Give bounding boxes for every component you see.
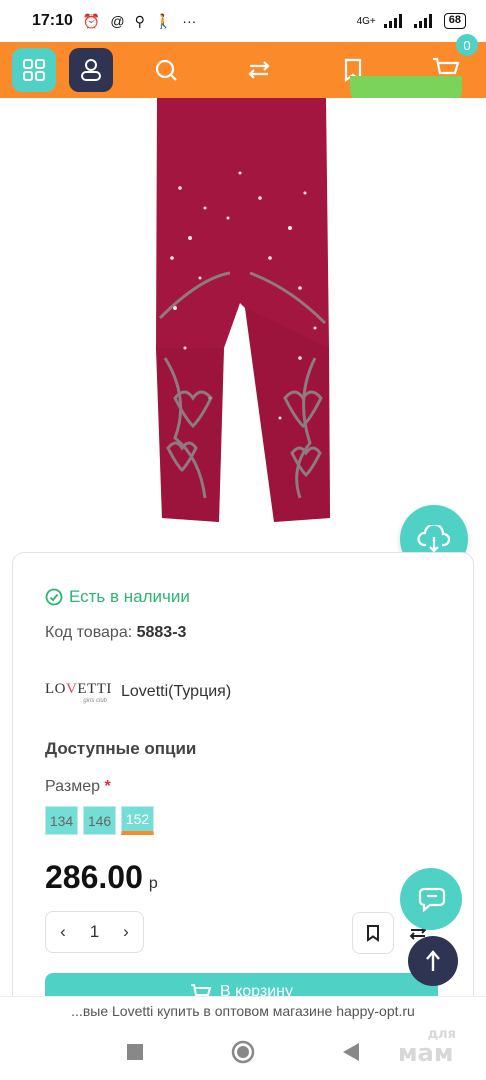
- brand-logo-text: LOVETTI: [45, 680, 112, 697]
- browser-page-title: ...вые Lovetti купить в оптовом магазине…: [71, 1002, 415, 1019]
- watermark-logo: для мам: [398, 1028, 474, 1072]
- brand-row[interactable]: LOVETTI girls club Lovetti(Турция): [45, 677, 231, 707]
- price: 286.00 р: [45, 859, 158, 896]
- status-right: 4G+ 68: [357, 13, 466, 29]
- account-button[interactable]: [69, 48, 113, 92]
- required-mark: *: [104, 778, 111, 795]
- grid-icon: [23, 59, 45, 81]
- stock-status: Есть в наличии: [45, 587, 190, 607]
- price-value: 286.00: [45, 859, 143, 895]
- options-title: Доступные опции: [45, 739, 197, 758]
- status-icons: ⏰ @ ⚲ 🚶 ···: [83, 13, 196, 30]
- at-icon: @: [110, 13, 125, 29]
- quantity-decrease-button[interactable]: ‹: [54, 922, 72, 942]
- size-option[interactable]: 134: [45, 806, 78, 835]
- browser-title-bar[interactable]: ...вые Lovetti купить в оптовом магазине…: [0, 996, 486, 1024]
- search-icon: [155, 59, 177, 81]
- back-icon[interactable]: [343, 1043, 359, 1061]
- leggings-image: [156, 98, 330, 522]
- quantity-stepper: ‹ 1 ›: [45, 911, 144, 953]
- compare-button[interactable]: [237, 48, 281, 92]
- more-icon: ···: [182, 13, 197, 29]
- cloud-download-icon: [417, 525, 451, 553]
- user-icon: [81, 59, 101, 81]
- quantity-increase-button[interactable]: ›: [117, 922, 135, 942]
- alarm-icon: ⏰: [82, 12, 101, 29]
- network-label: 4G+: [356, 15, 376, 27]
- size-label: Размер *: [45, 778, 111, 796]
- size-option[interactable]: 146: [83, 806, 116, 835]
- product-info-card: Есть в наличии Код товара: 5883-3 LOVETT…: [12, 552, 474, 1013]
- chat-icon: [418, 887, 446, 913]
- size-options: 134 146 152: [45, 806, 154, 835]
- search-button[interactable]: [144, 48, 188, 92]
- battery-icon: 68: [443, 13, 466, 29]
- status-bar: 17:10 ⏰ @ ⚲ 🚶 ··· 4G+ 68: [0, 0, 486, 42]
- signal-icon: [383, 14, 402, 28]
- watermark-line2: мам: [398, 1039, 454, 1067]
- signal-2-icon: [413, 14, 432, 28]
- sku-value: 5883-3: [136, 624, 187, 641]
- sku: Код товара: 5883-3: [45, 624, 186, 642]
- walk-icon: 🚶: [154, 12, 173, 29]
- screen: 17:10 ⏰ @ ⚲ 🚶 ··· 4G+ 68 0 Есть в наличи…: [0, 0, 486, 1080]
- home-icon[interactable]: [231, 1040, 255, 1064]
- sku-label: Код товара:: [45, 624, 133, 641]
- compare-icon: [248, 61, 270, 79]
- arrow-up-icon: [426, 950, 440, 971]
- brand-logo: LOVETTI girls club: [45, 677, 112, 707]
- add-to-wishlist-button[interactable]: [352, 912, 394, 954]
- price-currency: р: [148, 875, 158, 892]
- chat-button[interactable]: [400, 868, 462, 930]
- stock-status-text: Есть в наличии: [69, 587, 190, 606]
- quantity-value[interactable]: 1: [86, 922, 104, 942]
- brand-name[interactable]: Lovetti(Турция): [121, 683, 231, 701]
- activity-icon: ⚲: [134, 12, 145, 29]
- check-circle-icon: [45, 588, 63, 606]
- cart-count-badge: 0: [455, 34, 478, 56]
- catalog-menu-button[interactable]: [12, 48, 56, 92]
- status-time: 17:10: [32, 12, 73, 29]
- product-image[interactable]: [0, 98, 486, 538]
- recent-apps-icon[interactable]: [127, 1044, 143, 1060]
- size-option-selected[interactable]: 152: [121, 806, 154, 835]
- scroll-to-top-button[interactable]: [408, 936, 458, 986]
- size-label-text: Размер: [45, 778, 100, 795]
- bookmark-icon: [367, 925, 379, 942]
- brand-logo-sub: girls club: [83, 697, 107, 704]
